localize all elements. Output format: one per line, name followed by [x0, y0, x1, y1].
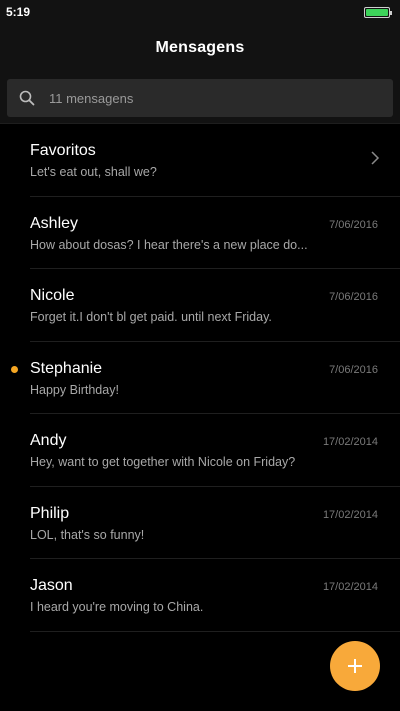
message-date: 7/06/2016 [329, 363, 378, 376]
favorites-row[interactable]: Favoritos Let's eat out, shall we? [30, 124, 400, 197]
message-date: 7/06/2016 [329, 218, 378, 231]
message-date: 17/02/2014 [322, 508, 378, 521]
favorites-name: Favoritos [30, 142, 96, 159]
message-date: 17/02/2014 [322, 436, 378, 448]
message-preview: LOL, that's so funny! [30, 527, 145, 542]
status-time: 5:19 [6, 5, 31, 19]
contact-name: Jason [30, 577, 73, 594]
search-icon [19, 90, 35, 106]
message-preview: I heard you're moving to China. [30, 600, 204, 614]
search-bar [0, 72, 400, 124]
message-date: 7/06/2016 [329, 291, 378, 303]
new-message-button[interactable] [330, 641, 380, 691]
list-item[interactable]: Andy 17/02/2014 Hey, want to get togethe… [30, 414, 400, 487]
status-bar: 5:19 [0, 0, 400, 24]
battery-icon [364, 6, 392, 18]
contact-name: Stephanie [30, 359, 103, 377]
list-item[interactable]: Ashley 7/06/2016 How about dosas? I hear… [30, 197, 400, 269]
chevron-right-icon [371, 151, 380, 165]
message-date: 17/02/2014 [322, 581, 378, 593]
list-item[interactable]: Philip 17/02/2014 LOL, that's so funny! [30, 487, 400, 559]
message-preview: Happy Birthday! [30, 382, 119, 397]
contact-name: Andy [30, 432, 67, 449]
contact-name: Philip [30, 504, 70, 522]
list-item[interactable]: Stephanie 7/06/2016 Happy Birthday! [11, 342, 400, 414]
page-title: Mensagens [155, 39, 245, 56]
app-header: Mensagens [0, 24, 400, 72]
contact-name: Nicole [30, 287, 75, 304]
battery-level [366, 8, 388, 16]
list-item[interactable]: Jason 17/02/2014 I heard you're moving t… [30, 559, 400, 632]
list-item[interactable]: Nicole 7/06/2016 Forget it.I don't bl ge… [30, 269, 400, 342]
message-preview: Hey, want to get together with Nicole on… [30, 455, 296, 469]
plus-icon [348, 659, 362, 673]
search-input[interactable] [49, 90, 393, 106]
search-box[interactable] [7, 79, 393, 117]
message-list: Favoritos Let's eat out, shall we? Ashle… [0, 124, 400, 632]
contact-name: Ashley [30, 214, 79, 232]
favorites-preview: Let's eat out, shall we? [30, 165, 157, 179]
unread-dot [11, 365, 18, 373]
message-preview: Forget it.I don't bl get paid. until nex… [30, 310, 272, 324]
message-preview: How about dosas? I hear there's a new pl… [30, 237, 308, 252]
